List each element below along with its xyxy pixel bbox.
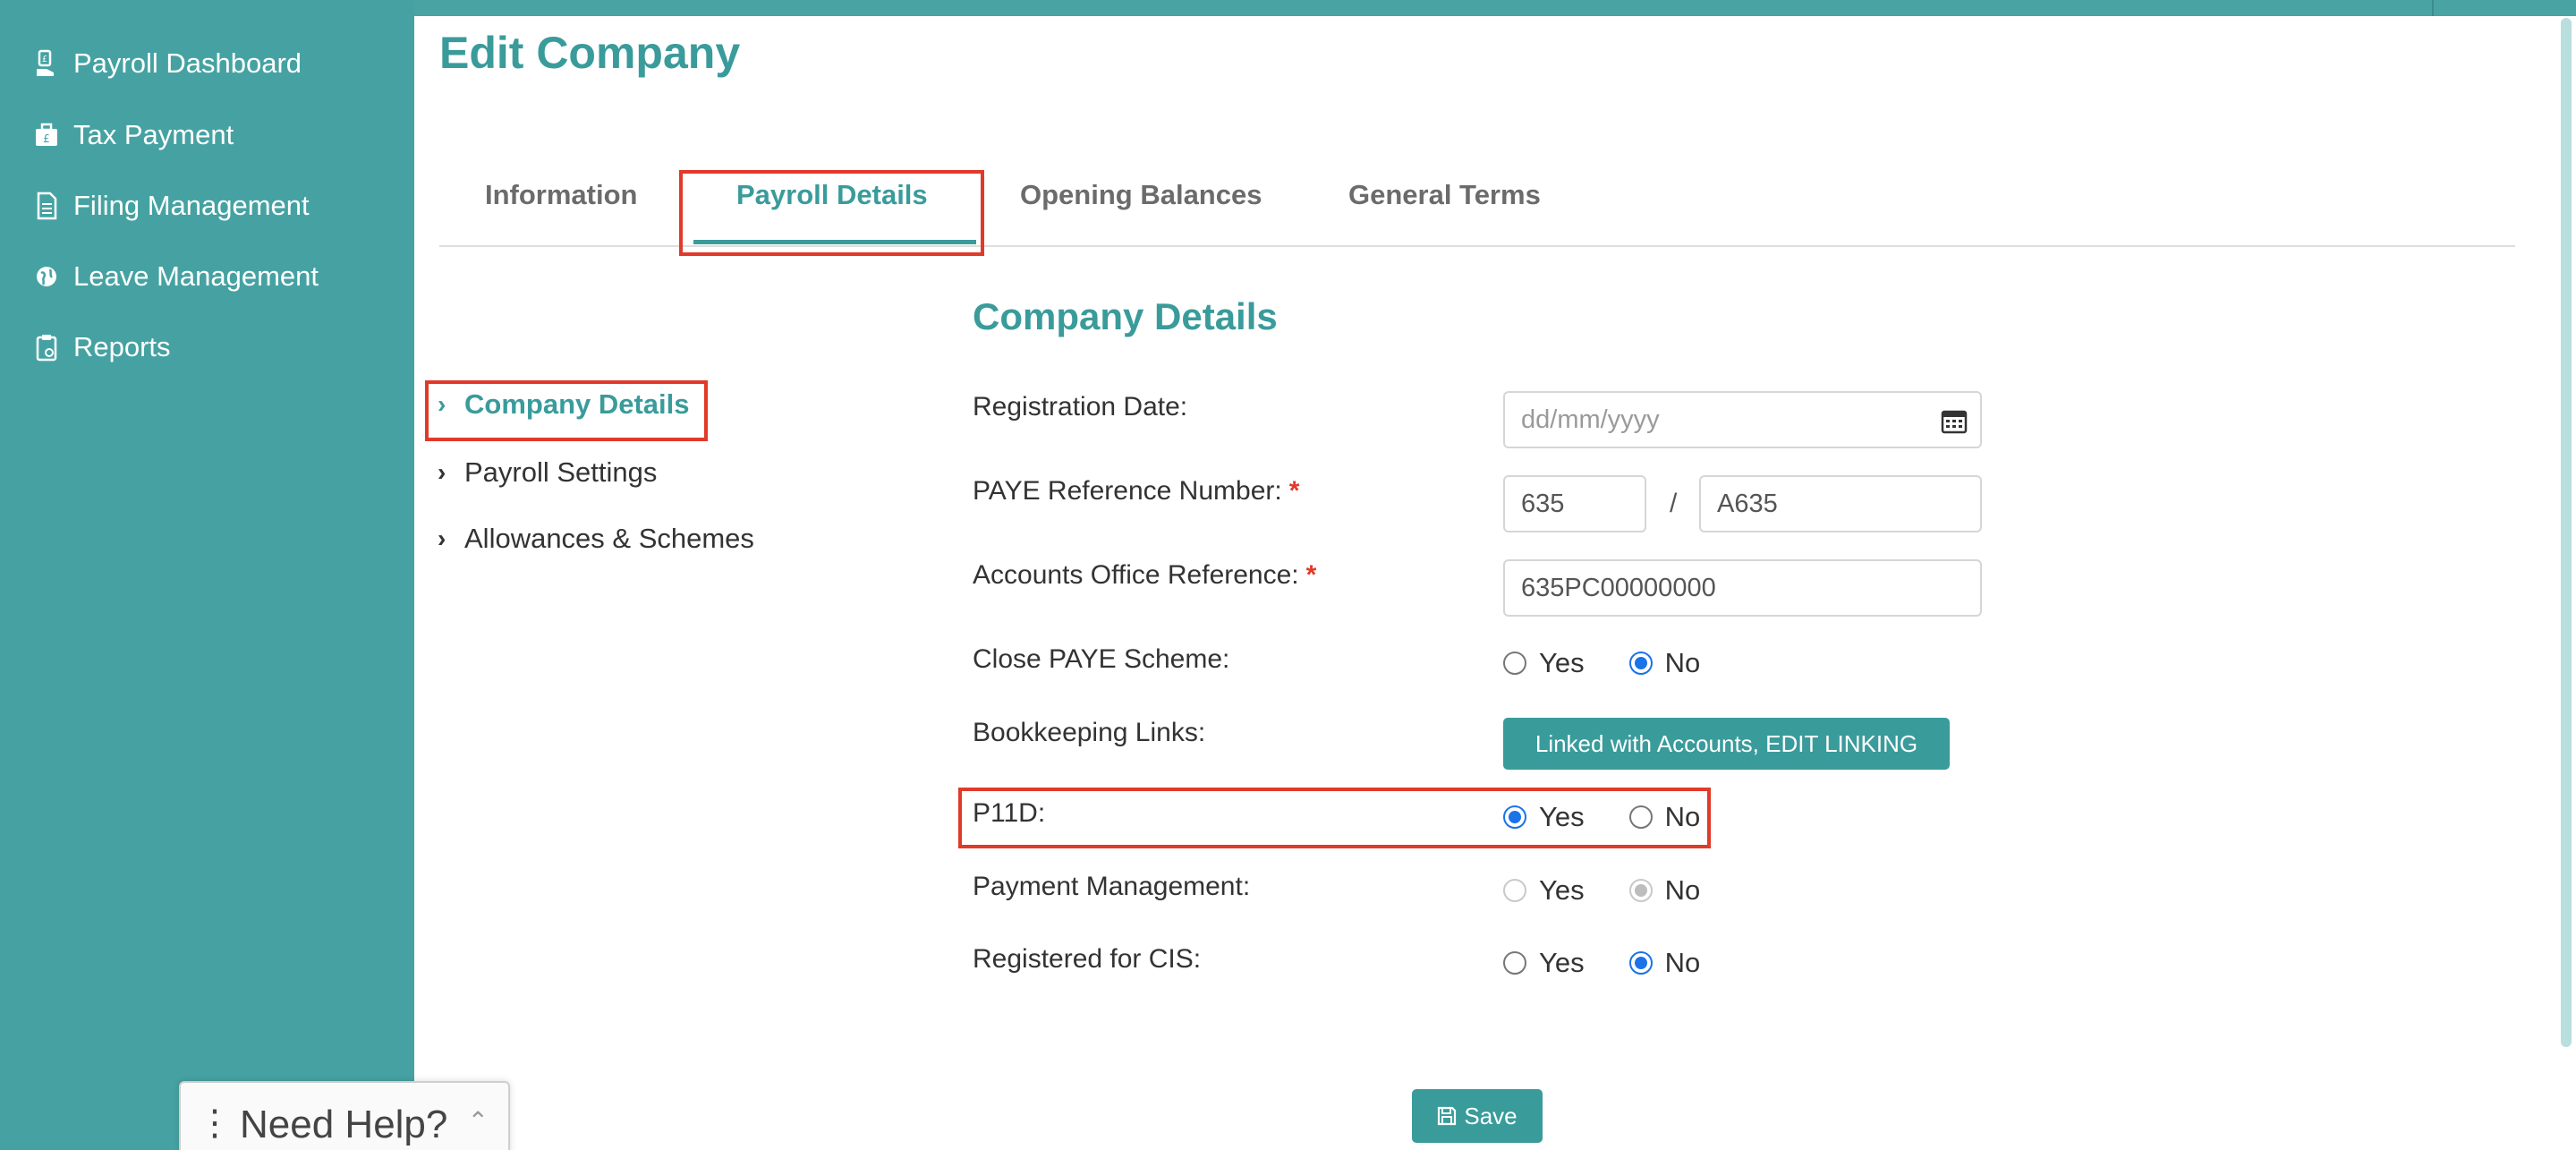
globe-icon [32, 260, 61, 293]
calendar-icon[interactable] [1941, 407, 1968, 434]
paye-reference-label-text: PAYE Reference Number: [973, 476, 1282, 506]
radio-circle [1503, 805, 1526, 829]
accounts-office-input[interactable]: 635PC00000000 [1503, 559, 1982, 617]
paye-reference-separator: / [1670, 489, 1678, 518]
cis-no-radio[interactable]: No [1628, 947, 1701, 979]
radio-circle [1628, 951, 1653, 975]
top-bar-divider [2432, 0, 2434, 16]
need-help-label: Need Help? [240, 1103, 448, 1146]
p11d-yes-radio[interactable]: Yes [1503, 801, 1585, 833]
p11d-label: P11D: [973, 798, 1046, 828]
radio-label: Yes [1539, 801, 1585, 832]
sidebar-item-label: Filing Management [73, 190, 310, 221]
radio-label: Yes [1539, 874, 1585, 906]
section-title: Company Details [973, 295, 1278, 337]
p11d-radio-group: Yes No [1503, 801, 1700, 833]
radio-label: No [1664, 947, 1701, 978]
clipboard-icon [32, 331, 61, 363]
radio-label: Yes [1539, 947, 1585, 978]
document-icon [32, 190, 61, 222]
tab-opening-balances[interactable]: Opening Balances [1020, 179, 1262, 211]
cis-radio-group: Yes No [1503, 947, 1700, 979]
tab-information[interactable]: Information [485, 179, 638, 211]
radio-circle [1628, 879, 1653, 902]
hand-money-icon: £ [32, 47, 61, 80]
required-asterisk: * [1305, 560, 1317, 590]
radio-circle [1628, 805, 1653, 829]
sidebar: £ Payroll Dashboard £ Tax Payment Filing… [0, 0, 414, 1150]
sidebar-item-tax-payment[interactable]: £ Tax Payment [32, 108, 234, 162]
cis-yes-radio[interactable]: Yes [1503, 947, 1585, 979]
radio-label: Yes [1539, 647, 1585, 678]
required-asterisk: * [1288, 476, 1300, 506]
sidebar-item-label: Leave Management [73, 260, 319, 292]
sidebar-item-reports[interactable]: Reports [32, 320, 171, 374]
vertical-scrollbar[interactable] [2561, 18, 2572, 1047]
accounts-office-value: 635PC00000000 [1521, 573, 1716, 602]
cis-label: Registered for CIS: [973, 944, 1202, 974]
subnav-allowances-schemes[interactable]: › Allowances & Schemes [438, 523, 754, 555]
accounts-office-label: Accounts Office Reference: * [973, 560, 1316, 591]
close-paye-label: Close PAYE Scheme: [973, 644, 1230, 674]
sidebar-item-label: Tax Payment [73, 119, 234, 150]
close-paye-no-radio[interactable]: No [1628, 647, 1701, 679]
chevron-right-icon: › [438, 458, 446, 486]
paye-reference-label: PAYE Reference Number: * [973, 476, 1299, 507]
page-title: Edit Company [439, 28, 741, 78]
payment-management-label: Payment Management: [973, 872, 1251, 901]
payment-management-radio-group: Yes No [1503, 874, 1700, 907]
save-button[interactable]: Save [1412, 1089, 1543, 1143]
registration-date-placeholder: dd/mm/yyyy [1521, 405, 1660, 434]
tab-highlight-box [679, 170, 984, 256]
subnav-label: Allowances & Schemes [464, 523, 754, 554]
subnav-label: Payroll Settings [464, 456, 658, 488]
bookkeeping-label: Bookkeeping Links: [973, 718, 1206, 747]
paye-reference-part2-input[interactable]: A635 [1699, 475, 1982, 532]
paye-reference-part2-value: A635 [1717, 489, 1778, 518]
edit-linking-button[interactable]: Linked with Accounts, EDIT LINKING [1503, 718, 1950, 770]
sidebar-item-payroll-dashboard[interactable]: £ Payroll Dashboard [32, 37, 302, 90]
payment-management-yes-radio: Yes [1503, 874, 1585, 907]
chevron-right-icon: › [438, 524, 446, 552]
sidebar-item-label: Reports [73, 331, 171, 362]
save-icon [1438, 1106, 1457, 1126]
paye-reference-part1-input[interactable]: 635 [1503, 475, 1646, 532]
registration-date-input[interactable]: dd/mm/yyyy [1503, 391, 1982, 448]
radio-label: No [1664, 874, 1701, 906]
radio-circle [1503, 951, 1526, 975]
tab-general-terms[interactable]: General Terms [1348, 179, 1541, 211]
sidebar-item-leave-management[interactable]: Leave Management [32, 250, 319, 303]
save-button-label: Save [1464, 1102, 1518, 1129]
svg-text:£: £ [43, 132, 50, 145]
radio-label: No [1664, 801, 1701, 832]
radio-circle [1503, 652, 1526, 675]
sidebar-item-filing-management[interactable]: Filing Management [32, 179, 310, 233]
accounts-office-label-text: Accounts Office Reference: [973, 560, 1299, 590]
close-paye-yes-radio[interactable]: Yes [1503, 647, 1585, 679]
subnav-payroll-settings[interactable]: › Payroll Settings [438, 456, 657, 489]
drag-handle-icon[interactable]: ⋮ [197, 1103, 233, 1144]
radio-label: No [1664, 647, 1701, 678]
subnav-highlight-box [425, 380, 708, 441]
sidebar-item-label: Payroll Dashboard [73, 47, 302, 79]
radio-circle [1628, 652, 1653, 675]
paye-reference-part1-value: 635 [1521, 489, 1565, 518]
registration-date-label: Registration Date: [973, 392, 1188, 422]
p11d-no-radio[interactable]: No [1628, 801, 1701, 833]
radio-circle [1503, 879, 1526, 902]
need-help-widget[interactable]: ⋮ Need Help? ⌃ [179, 1081, 510, 1150]
chevron-up-icon[interactable]: ⌃ [468, 1106, 489, 1136]
svg-text:£: £ [42, 55, 47, 64]
payment-management-no-radio: No [1628, 874, 1701, 907]
close-paye-radio-group: Yes No [1503, 647, 1700, 679]
briefcase-pound-icon: £ [32, 119, 61, 151]
